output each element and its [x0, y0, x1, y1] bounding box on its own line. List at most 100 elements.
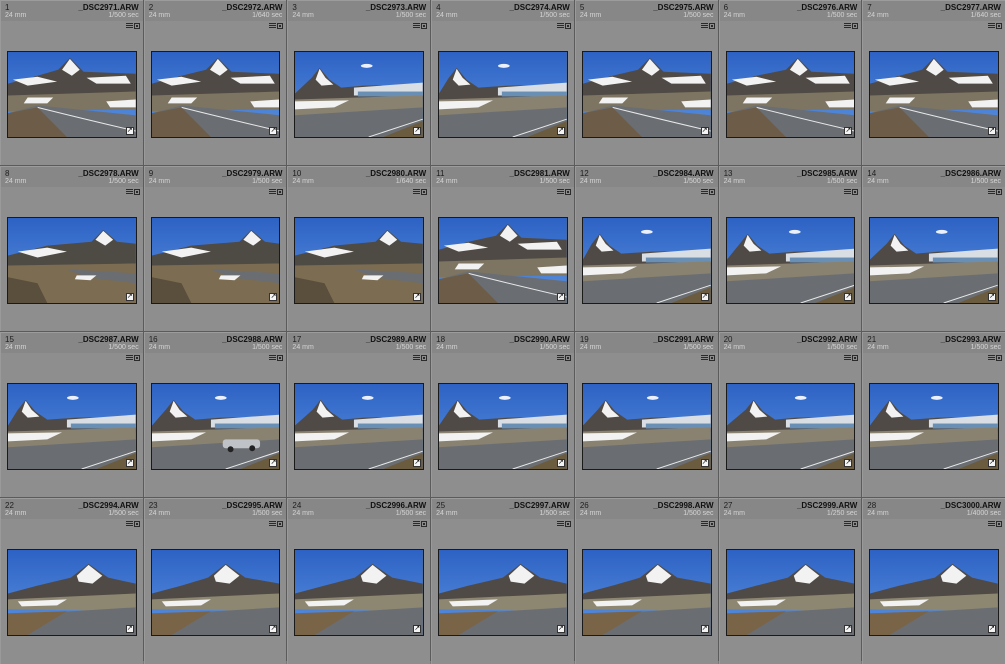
metadata-badge-icon[interactable]	[844, 189, 852, 195]
metadata-badge-icon[interactable]	[125, 23, 133, 29]
grid-cell-20[interactable]: 20 _DSC2992.ARW 24 mm 1/500 sec ↗	[718, 332, 862, 497]
grid-cell-26[interactable]: 26 _DSC2998.ARW 24 mm 1/500 sec ↗	[574, 498, 718, 664]
crop-badge-icon[interactable]	[852, 521, 859, 527]
grid-cell-4[interactable]: 4 _DSC2974.ARW 24 mm 1/500 sec ↗	[431, 0, 574, 165]
develop-edit-icon[interactable]: ↗	[844, 127, 853, 135]
grid-cell-21[interactable]: 21 _DSC2993.ARW 24 mm 1/500 sec ↗	[862, 332, 1005, 497]
thumbnail-image[interactable]: ↗	[294, 217, 425, 304]
metadata-badge-icon[interactable]	[269, 355, 277, 361]
crop-badge-icon[interactable]	[421, 521, 428, 527]
grid-cell-27[interactable]: 27 _DSC2999.ARW 24 mm 1/250 sec ↗	[718, 498, 862, 664]
crop-badge-icon[interactable]	[133, 355, 140, 361]
grid-cell-10[interactable]: 10 _DSC2980.ARW 24 mm 1/640 sec ↗	[287, 166, 431, 331]
metadata-badge-icon[interactable]	[700, 521, 708, 527]
thumbnail-image[interactable]: ↗	[581, 549, 712, 636]
grid-cell-12[interactable]: 12 _DSC2984.ARW 24 mm 1/500 sec ↗	[574, 166, 718, 331]
thumbnail-image[interactable]: ↗	[7, 549, 137, 636]
crop-badge-icon[interactable]	[564, 23, 571, 29]
grid-cell-19[interactable]: 19 _DSC2991.ARW 24 mm 1/500 sec ↗	[574, 332, 718, 497]
develop-edit-icon[interactable]: ↗	[269, 625, 278, 633]
thumbnail-image[interactable]: ↗	[869, 217, 999, 304]
crop-badge-icon[interactable]	[133, 189, 140, 195]
crop-badge-icon[interactable]	[995, 521, 1002, 527]
grid-cell-24[interactable]: 24 _DSC2996.ARW 24 mm 1/500 sec ↗	[287, 498, 431, 664]
metadata-badge-icon[interactable]	[269, 23, 277, 29]
metadata-badge-icon[interactable]	[844, 23, 852, 29]
thumbnail-image[interactable]: ↗	[150, 549, 281, 636]
develop-edit-icon[interactable]: ↗	[700, 625, 709, 633]
grid-cell-8[interactable]: 8 _DSC2978.ARW 24 mm 1/500 sec ↗	[0, 166, 143, 331]
crop-badge-icon[interactable]	[995, 355, 1002, 361]
develop-edit-icon[interactable]: ↗	[269, 459, 278, 467]
develop-edit-icon[interactable]: ↗	[269, 293, 278, 301]
develop-edit-icon[interactable]: ↗	[844, 625, 853, 633]
metadata-badge-icon[interactable]	[987, 23, 995, 29]
grid-cell-17[interactable]: 17 _DSC2989.ARW 24 mm 1/500 sec ↗	[287, 332, 431, 497]
thumbnail-image[interactable]: ↗	[725, 51, 856, 138]
thumbnail-image[interactable]: ↗	[581, 383, 712, 470]
crop-badge-icon[interactable]	[852, 23, 859, 29]
metadata-badge-icon[interactable]	[987, 355, 995, 361]
grid-cell-5[interactable]: 5 _DSC2975.ARW 24 mm 1/500 sec ↗	[574, 0, 718, 165]
thumbnail-image[interactable]: ↗	[294, 383, 425, 470]
thumbnail-image[interactable]: ↗	[150, 383, 281, 470]
grid-cell-28[interactable]: 28 _DSC3000.ARW 24 mm 1/4000 sec ↗	[862, 498, 1005, 664]
develop-edit-icon[interactable]: ↗	[700, 459, 709, 467]
metadata-badge-icon[interactable]	[269, 521, 277, 527]
metadata-badge-icon[interactable]	[413, 23, 421, 29]
develop-edit-icon[interactable]: ↗	[413, 293, 422, 301]
develop-edit-icon[interactable]: ↗	[556, 127, 565, 135]
grid-cell-6[interactable]: 6 _DSC2976.ARW 24 mm 1/500 sec ↗	[718, 0, 862, 165]
metadata-badge-icon[interactable]	[413, 355, 421, 361]
thumbnail-image[interactable]: ↗	[725, 549, 856, 636]
crop-badge-icon[interactable]	[421, 189, 428, 195]
grid-cell-1[interactable]: 1 _DSC2971.ARW 24 mm 1/500 sec ↗	[0, 0, 143, 165]
metadata-badge-icon[interactable]	[556, 521, 564, 527]
thumbnail-image[interactable]: ↗	[7, 217, 137, 304]
metadata-badge-icon[interactable]	[844, 521, 852, 527]
thumbnail-image[interactable]: ↗	[438, 549, 568, 636]
crop-badge-icon[interactable]	[852, 189, 859, 195]
grid-cell-22[interactable]: 22 _DSC2994.ARW 24 mm 1/500 sec ↗	[0, 498, 143, 664]
develop-edit-icon[interactable]: ↗	[269, 127, 278, 135]
grid-cell-3[interactable]: 3 _DSC2973.ARW 24 mm 1/500 sec ↗	[287, 0, 431, 165]
metadata-badge-icon[interactable]	[413, 189, 421, 195]
crop-badge-icon[interactable]	[852, 355, 859, 361]
thumbnail-image[interactable]: ↗	[725, 383, 856, 470]
develop-edit-icon[interactable]: ↗	[700, 127, 709, 135]
metadata-badge-icon[interactable]	[844, 355, 852, 361]
thumbnail-image[interactable]: ↗	[7, 383, 137, 470]
thumbnail-image[interactable]: ↗	[869, 549, 999, 636]
crop-badge-icon[interactable]	[421, 355, 428, 361]
crop-badge-icon[interactable]	[133, 521, 140, 527]
develop-edit-icon[interactable]: ↗	[987, 459, 996, 467]
develop-edit-icon[interactable]: ↗	[987, 625, 996, 633]
crop-badge-icon[interactable]	[995, 23, 1002, 29]
develop-edit-icon[interactable]: ↗	[413, 459, 422, 467]
metadata-badge-icon[interactable]	[125, 189, 133, 195]
crop-badge-icon[interactable]	[708, 355, 715, 361]
thumbnail-image[interactable]: ↗	[438, 383, 568, 470]
crop-badge-icon[interactable]	[564, 355, 571, 361]
thumbnail-image[interactable]: ↗	[294, 51, 425, 138]
develop-edit-icon[interactable]: ↗	[844, 459, 853, 467]
develop-edit-icon[interactable]: ↗	[844, 293, 853, 301]
thumbnail-image[interactable]: ↗	[725, 217, 856, 304]
crop-badge-icon[interactable]	[277, 355, 284, 361]
metadata-badge-icon[interactable]	[700, 23, 708, 29]
develop-edit-icon[interactable]: ↗	[125, 625, 134, 633]
grid-cell-14[interactable]: 14 _DSC2986.ARW 24 mm 1/500 sec ↗	[862, 166, 1005, 331]
crop-badge-icon[interactable]	[708, 23, 715, 29]
metadata-badge-icon[interactable]	[125, 355, 133, 361]
crop-badge-icon[interactable]	[277, 189, 284, 195]
metadata-badge-icon[interactable]	[700, 189, 708, 195]
crop-badge-icon[interactable]	[708, 521, 715, 527]
metadata-badge-icon[interactable]	[556, 23, 564, 29]
grid-cell-9[interactable]: 9 _DSC2979.ARW 24 mm 1/500 sec ↗	[143, 166, 287, 331]
develop-edit-icon[interactable]: ↗	[987, 293, 996, 301]
develop-edit-icon[interactable]: ↗	[125, 127, 134, 135]
metadata-badge-icon[interactable]	[987, 189, 995, 195]
develop-edit-icon[interactable]: ↗	[413, 127, 422, 135]
develop-edit-icon[interactable]: ↗	[556, 293, 565, 301]
metadata-badge-icon[interactable]	[269, 189, 277, 195]
